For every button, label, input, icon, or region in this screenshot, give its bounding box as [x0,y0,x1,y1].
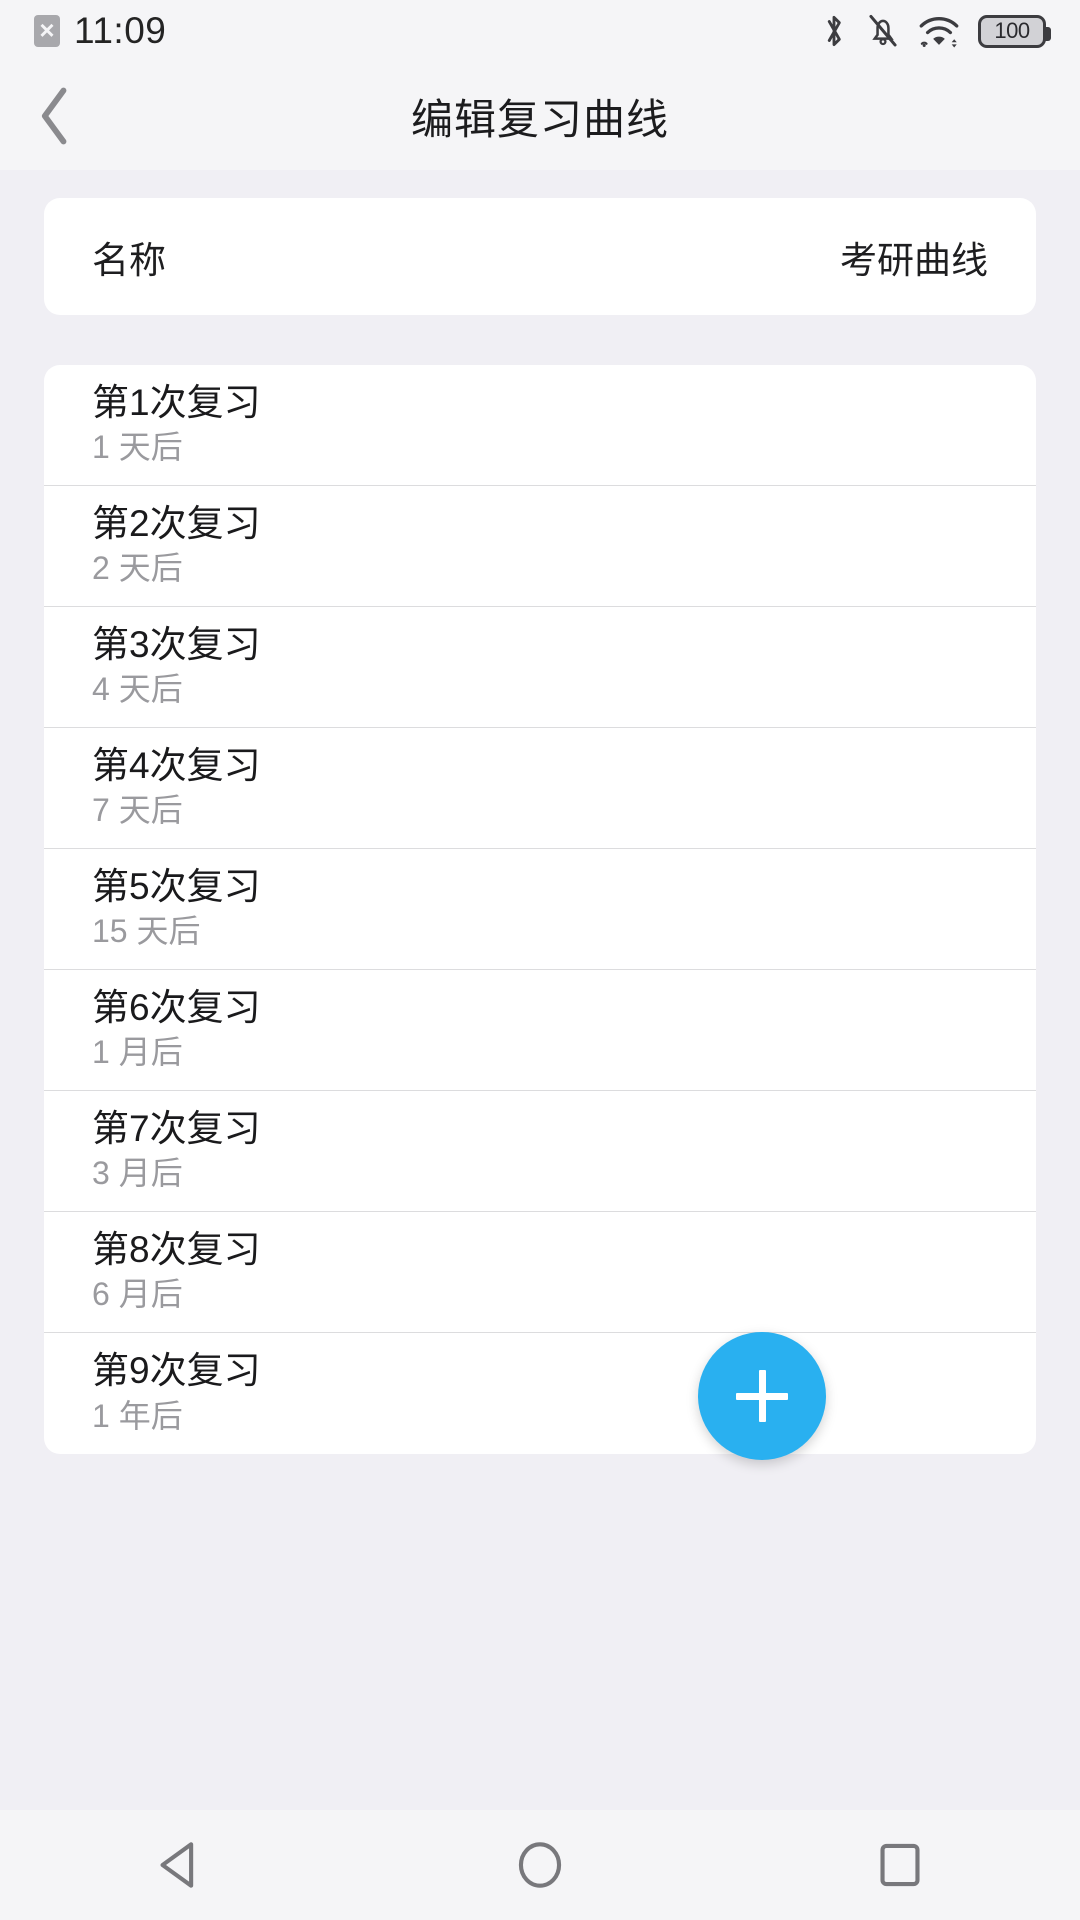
review-list-item[interactable]: 第3次复习 4 天后 [44,607,1036,728]
triangle-back-icon [160,1842,194,1888]
nav-back-button[interactable] [80,1810,280,1920]
battery-icon: 100 [978,14,1051,48]
curve-name-value[interactable]: 考研曲线 [840,230,988,284]
review-item-title: 第3次复习 [92,623,261,665]
review-list: 第1次复习 1 天后 第2次复习 2 天后 第3次复习 4 天后 第4次复习 7… [44,365,1036,1454]
review-item-title: 第6次复习 [92,986,261,1028]
review-item-title: 第4次复习 [92,744,261,786]
review-list-item[interactable]: 第2次复习 2 天后 [44,486,1036,607]
review-list-item[interactable]: 第8次复习 6 月后 [44,1212,1036,1333]
review-list-item[interactable]: 第1次复习 1 天后 [44,365,1036,486]
review-item-title: 第2次复习 [92,502,261,544]
curve-name-row[interactable]: 名称 考研曲线 [44,198,1036,315]
status-bar: 11:09 100 [0,0,1080,62]
page-title: 编辑复习曲线 [410,95,669,143]
curve-name-label: 名称 [92,239,166,281]
review-list-item[interactable]: 第9次复习 1 年后 [44,1333,1036,1454]
app-header: 编辑复习曲线 [0,62,1080,170]
review-list-item[interactable]: 第5次复习 15 天后 [44,849,1036,970]
bluetooth-icon [827,15,841,47]
nav-home-button[interactable] [440,1810,640,1920]
status-bar-clock: 11:09 [74,10,167,51]
review-item-interval: 1 天后 [92,429,183,466]
review-item-interval: 7 天后 [92,792,183,829]
review-item-interval: 15 天后 [92,913,201,950]
review-item-interval: 1 年后 [92,1397,183,1434]
battery-level: 100 [994,18,1030,43]
bell-muted-icon [869,14,897,47]
add-review-fab[interactable] [698,1332,826,1460]
review-list-item[interactable]: 第4次复习 7 天后 [44,728,1036,849]
content-area: 名称 考研曲线 第1次复习 1 天后 第2次复习 2 天后 第3次复习 4 天后… [0,170,1080,1810]
review-item-interval: 1 月后 [92,1034,183,1071]
review-item-title: 第8次复习 [92,1228,261,1270]
review-item-interval: 3 月后 [92,1155,183,1192]
plus-icon-vertical [758,1370,766,1422]
square-recents-icon [880,1843,920,1887]
review-list-item[interactable]: 第7次复习 3 月后 [44,1091,1036,1212]
review-item-interval: 6 月后 [92,1276,183,1313]
review-item-title: 第9次复习 [92,1350,261,1392]
review-item-title: 第7次复习 [92,1107,261,1149]
circle-home-icon [518,1842,562,1888]
review-item-title: 第5次复习 [92,865,261,907]
status-bar-right: 100 [819,12,1051,50]
wifi-icon [919,17,959,48]
review-item-interval: 2 天后 [92,550,183,587]
review-item-interval: 4 天后 [92,671,183,708]
sim-card-off-icon [34,10,60,50]
system-navigation-bar [0,1810,1080,1920]
nav-recents-button[interactable] [800,1810,1000,1920]
review-item-title: 第1次复习 [92,381,261,423]
status-bar-left: 11:09 [34,10,166,52]
review-list-item[interactable]: 第6次复习 1 月后 [44,970,1036,1091]
app-root: 11:09 100 [0,0,1080,1920]
